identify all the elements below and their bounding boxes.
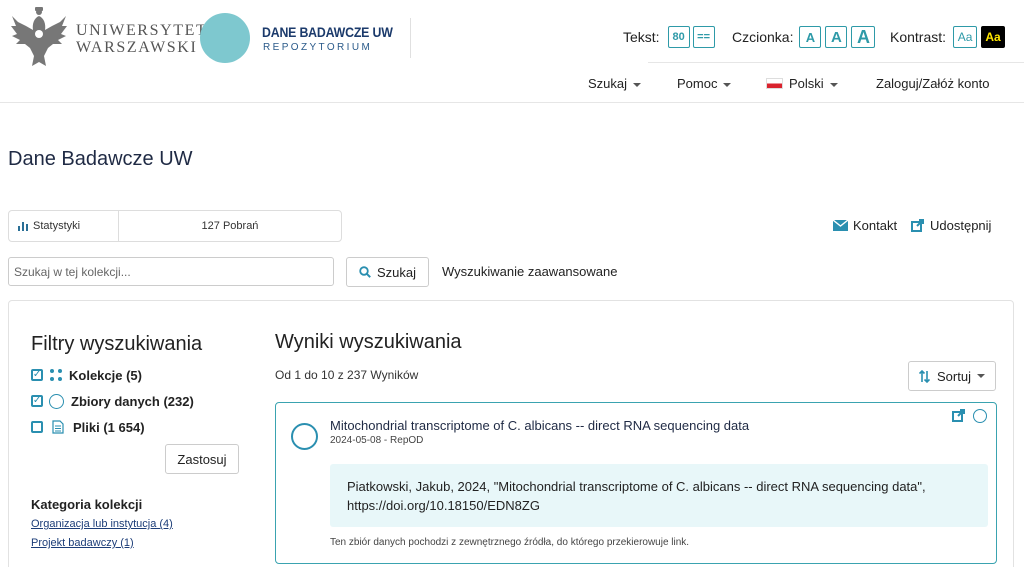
font-option-underlined[interactable]: A <box>799 26 822 48</box>
contact-label: Kontakt <box>853 218 898 233</box>
nav-login-link[interactable]: Zaloguj/Załóż konto <box>876 76 989 91</box>
nav-search-label: Szukaj <box>588 76 628 91</box>
text-spacing-button[interactable]: == <box>692 26 715 48</box>
downloads-count: 127 Pobrań <box>201 220 259 232</box>
category-link-organization[interactable]: Organizacja lub instytucja (4) <box>31 518 173 530</box>
search-button[interactable]: Szukaj <box>346 257 429 287</box>
stats-box: Statystyki 127 Pobrań <box>8 210 342 242</box>
collection-category-heading: Kategoria kolekcji <box>31 497 143 512</box>
search-icon <box>359 266 371 278</box>
collection-dots-icon <box>50 369 62 381</box>
bar-chart-icon <box>18 222 28 231</box>
envelope-icon <box>832 219 849 231</box>
filter-label: Kolekcje (5) <box>69 367 142 383</box>
result-meta: 2024-05-08 - RepOD <box>330 435 424 446</box>
file-icon <box>52 420 64 434</box>
accessibility-font-group: Czcionka: A A A <box>732 24 876 50</box>
accessibility-text-group: Tekst: 80 == <box>623 24 715 50</box>
filter-item-collections[interactable]: ✓ Kolekcje (5) <box>31 366 142 384</box>
font-option-medium[interactable]: A <box>825 26 848 48</box>
nav-language-menu[interactable]: Polski <box>766 76 838 91</box>
dataset-circle-icon <box>291 423 318 450</box>
repository-title[interactable]: DANE BADAWCZE UW <box>262 24 393 40</box>
checkbox-checked[interactable]: ✓ <box>31 395 43 407</box>
sort-button[interactable]: Sortuj <box>908 361 996 391</box>
chevron-down-icon <box>829 82 838 87</box>
filter-label: Zbiory danych (232) <box>71 393 194 409</box>
university-name-line1: UNIWERSYTET <box>76 22 208 39</box>
search-button-label: Szukaj <box>376 264 417 280</box>
filter-item-files[interactable]: Pliki (1 654) <box>31 418 145 436</box>
share-icon <box>911 219 924 232</box>
university-name: UNIWERSYTET WARSZAWSKI <box>76 22 207 56</box>
accessibility-contrast-group: Kontrast: Aa Aa <box>890 24 1006 50</box>
university-name-line2: WARSZAWSKI <box>76 39 198 56</box>
result-source: RepOD <box>390 435 424 446</box>
checkbox-checked[interactable]: ✓ <box>31 369 43 381</box>
results-count: Od 1 do 10 z 237 Wyników <box>275 368 419 382</box>
page-title: Dane Badawcze UW <box>8 148 193 170</box>
filter-label: Pliki (1 654) <box>73 419 145 435</box>
result-title-link[interactable]: Mitochondrial transcriptome of C. albica… <box>330 418 749 433</box>
chevron-down-icon <box>976 374 985 378</box>
external-source-note: Ten zbiór danych pochodzi z zewnętrznego… <box>330 537 690 548</box>
category-link-research-project[interactable]: Projekt badawczy (1) <box>31 537 134 549</box>
contrast-normal-button[interactable]: Aa <box>953 26 978 48</box>
header-divider <box>410 18 411 58</box>
text-size-label: Tekst: <box>623 29 660 45</box>
sort-arrows-icon <box>919 369 931 383</box>
collection-search-input[interactable] <box>8 257 334 286</box>
external-link-icon[interactable] <box>952 409 965 422</box>
share-link[interactable]: Udostępnij <box>911 218 991 233</box>
select-result-radio[interactable] <box>973 409 987 423</box>
contrast-high-button[interactable]: Aa <box>981 26 1006 48</box>
text-size-button[interactable]: 80 <box>667 26 690 48</box>
statistics-label: Statystyki <box>33 220 81 232</box>
result-citation: Piatkowski, Jakub, 2024, "Mitochondrial … <box>330 464 988 527</box>
nav-language-label: Polski <box>789 76 824 91</box>
font-option-large[interactable]: A <box>851 26 876 48</box>
result-item: Mitochondrial transcriptome of C. albica… <box>275 402 997 564</box>
filter-item-datasets[interactable]: ✓ Zbiory danych (232) <box>31 392 194 410</box>
polish-flag-icon <box>766 78 783 89</box>
filters-title: Filtry wyszukiwania <box>31 333 203 355</box>
checkbox-unchecked[interactable] <box>31 421 43 433</box>
university-eagle-logo[interactable] <box>8 4 70 74</box>
advanced-search-link[interactable]: Wyszukiwanie zaawansowane <box>442 264 617 279</box>
site-header: UNIWERSYTET WARSZAWSKI DANE BADAWCZE UW … <box>0 0 1024 103</box>
contrast-label: Kontrast: <box>890 29 947 45</box>
apply-filters-button[interactable]: Zastosuj <box>165 444 239 474</box>
nav-search-menu[interactable]: Szukaj <box>588 76 642 91</box>
contact-link[interactable]: Kontakt <box>832 218 898 233</box>
chevron-down-icon <box>723 82 732 87</box>
result-date: 2024-05-08 <box>330 435 382 446</box>
citation-text: Piatkowski, Jakub, 2024, "Mitochondrial … <box>347 479 926 494</box>
results-title: Wyniki wyszukiwania <box>275 331 462 353</box>
nav-help-label: Pomoc <box>677 76 718 91</box>
repository-subtitle: REPOZYTORIUM <box>263 42 373 53</box>
chevron-down-icon <box>633 82 642 87</box>
header-top-divider <box>648 62 1024 63</box>
nav-help-menu[interactable]: Pomoc <box>677 76 732 91</box>
statistics-link[interactable]: Statystyki <box>9 211 119 241</box>
sort-label: Sortuj <box>937 368 971 384</box>
share-label: Udostępnij <box>930 218 992 233</box>
repository-logo-circle[interactable] <box>200 13 250 63</box>
font-label: Czcionka: <box>732 29 794 45</box>
dataset-circle-icon <box>49 393 64 409</box>
citation-doi[interactable]: https://doi.org/10.18150/EDN8ZG <box>347 496 971 515</box>
